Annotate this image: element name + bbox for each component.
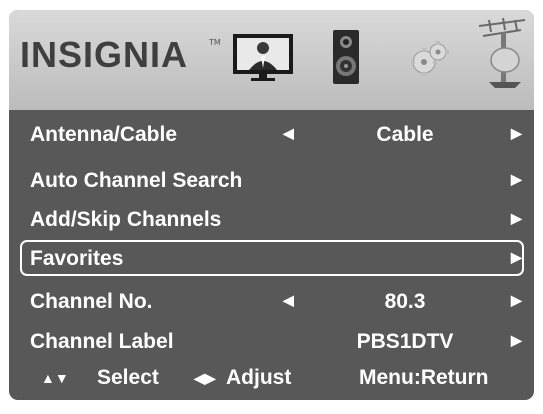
select-hint: Select bbox=[97, 366, 159, 389]
menu-row-channel-no[interactable]: Channel No. ◀ 80.3 ▶ bbox=[20, 283, 524, 319]
menu-top-bar: INSIGNIA TM bbox=[9, 10, 534, 110]
menu-row-favorites[interactable]: Favorites ▶ bbox=[20, 240, 524, 276]
brand-logo: INSIGNIA bbox=[20, 34, 189, 75]
speaker-icon[interactable] bbox=[331, 28, 361, 86]
row-value: Cable bbox=[376, 123, 434, 146]
antenna-channel-icon[interactable] bbox=[475, 16, 531, 90]
right-arrow-icon[interactable]: ▶ bbox=[511, 210, 522, 227]
menu-row-channel-label[interactable]: Channel Label PBS1DTV ▶ bbox=[20, 323, 524, 359]
menu-footer-hints: ▲▼ Select ◀▶ Adjust Menu:Return bbox=[9, 358, 534, 398]
row-label: Channel Label bbox=[30, 330, 174, 353]
row-label: Add/Skip Channels bbox=[30, 208, 222, 231]
row-label: Favorites bbox=[30, 247, 124, 270]
right-arrow-icon[interactable]: ▶ bbox=[511, 125, 522, 142]
menu-row-add-skip-channels[interactable]: Add/Skip Channels ▶ bbox=[20, 201, 524, 237]
settings-gear-icon[interactable] bbox=[409, 38, 451, 80]
row-label: Antenna/Cable bbox=[30, 123, 178, 146]
menu-return-hint: Menu:Return bbox=[359, 366, 489, 389]
up-down-arrow-icon: ▲▼ bbox=[41, 370, 69, 386]
right-arrow-icon[interactable]: ▶ bbox=[511, 332, 522, 349]
left-arrow-icon[interactable]: ◀ bbox=[283, 292, 294, 309]
menu-row-auto-channel-search[interactable]: Auto Channel Search ▶ bbox=[20, 162, 524, 198]
menu-row-antenna-cable[interactable]: Antenna/Cable ◀ Cable ▶ bbox=[20, 116, 524, 152]
tv-osd-menu: INSIGNIA TM Antenna/Cable ◀ Cable ▶ Auto… bbox=[9, 10, 534, 400]
left-arrow-icon[interactable]: ◀ bbox=[283, 125, 294, 142]
trademark-mark: TM bbox=[209, 38, 221, 47]
row-label: Auto Channel Search bbox=[30, 169, 243, 192]
left-right-arrow-icon: ◀▶ bbox=[194, 370, 216, 386]
right-arrow-icon[interactable]: ▶ bbox=[511, 249, 522, 266]
right-arrow-icon[interactable]: ▶ bbox=[511, 171, 522, 188]
adjust-hint: Adjust bbox=[226, 366, 292, 389]
row-value: PBS1DTV bbox=[356, 330, 454, 353]
right-arrow-icon[interactable]: ▶ bbox=[511, 292, 522, 309]
tv-picture-icon[interactable] bbox=[231, 30, 295, 86]
row-label: Channel No. bbox=[30, 290, 153, 313]
row-value: 80.3 bbox=[384, 290, 426, 313]
